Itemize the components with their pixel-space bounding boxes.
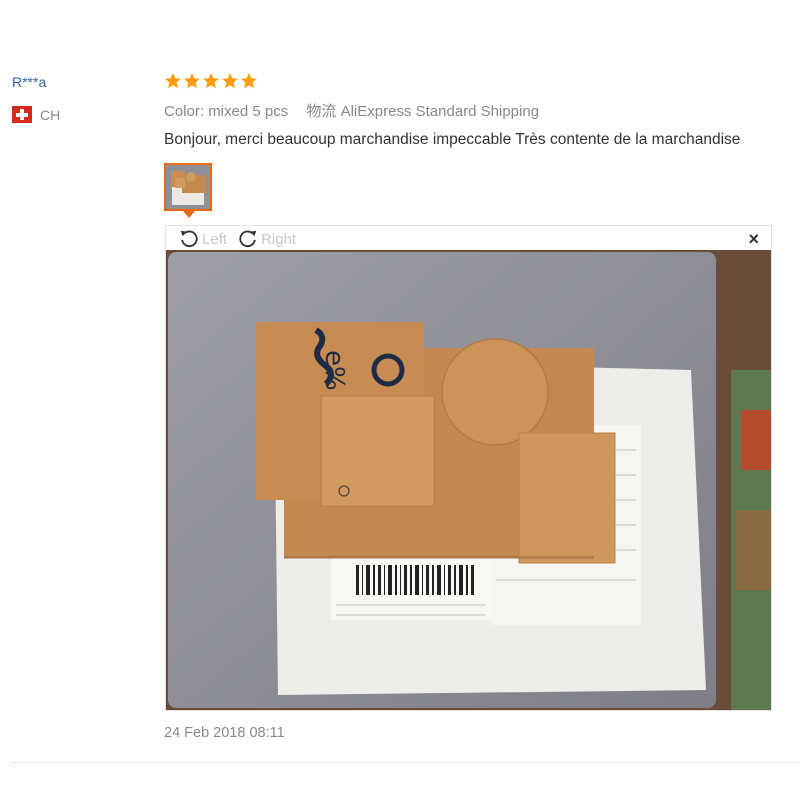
star-icon [241, 73, 257, 89]
svg-text:e%: e% [319, 350, 349, 391]
review-date: 24 Feb 2018 08:11 [164, 725, 285, 741]
star-rating [164, 72, 258, 90]
star-icon [184, 73, 200, 89]
review-photo: e% [166, 250, 771, 710]
rotate-left-label: Left [202, 230, 228, 248]
order-info: Color: mixed 5 pcs 物流 AliExpress Standar… [164, 100, 539, 121]
color-label: Color: [164, 103, 205, 120]
review-photo-thumbnail[interactable] [164, 163, 212, 211]
thumbnail-image [166, 165, 210, 209]
reviewer-country: CH [12, 106, 60, 123]
rotate-right-icon [239, 230, 257, 248]
photo-viewer: Left Right × e% [165, 225, 772, 711]
review-photo-image: e% [166, 250, 771, 710]
divider [10, 762, 800, 763]
rotate-right-label: Right [261, 230, 297, 248]
color-value: mixed 5 pcs [208, 103, 289, 120]
rotate-left-button[interactable]: Left [178, 228, 227, 250]
thumbnail-pointer [183, 211, 195, 218]
star-icon [222, 73, 238, 89]
star-icon [165, 73, 181, 89]
star-icon [203, 73, 219, 89]
country-code: CH [40, 106, 61, 123]
shipping-value: AliExpress Standard Shipping [340, 103, 540, 120]
reviewer-name: R***a [12, 74, 47, 90]
review-text: Bonjour, merci beaucoup marchandise impe… [164, 131, 741, 148]
close-viewer-button[interactable]: × [748, 230, 759, 248]
rotate-left-icon [180, 230, 198, 248]
shipping-label: 物流 [306, 103, 337, 120]
viewer-toolbar: Left Right [178, 228, 296, 250]
swiss-flag-icon [12, 106, 32, 123]
rotate-right-button[interactable]: Right [237, 228, 296, 250]
